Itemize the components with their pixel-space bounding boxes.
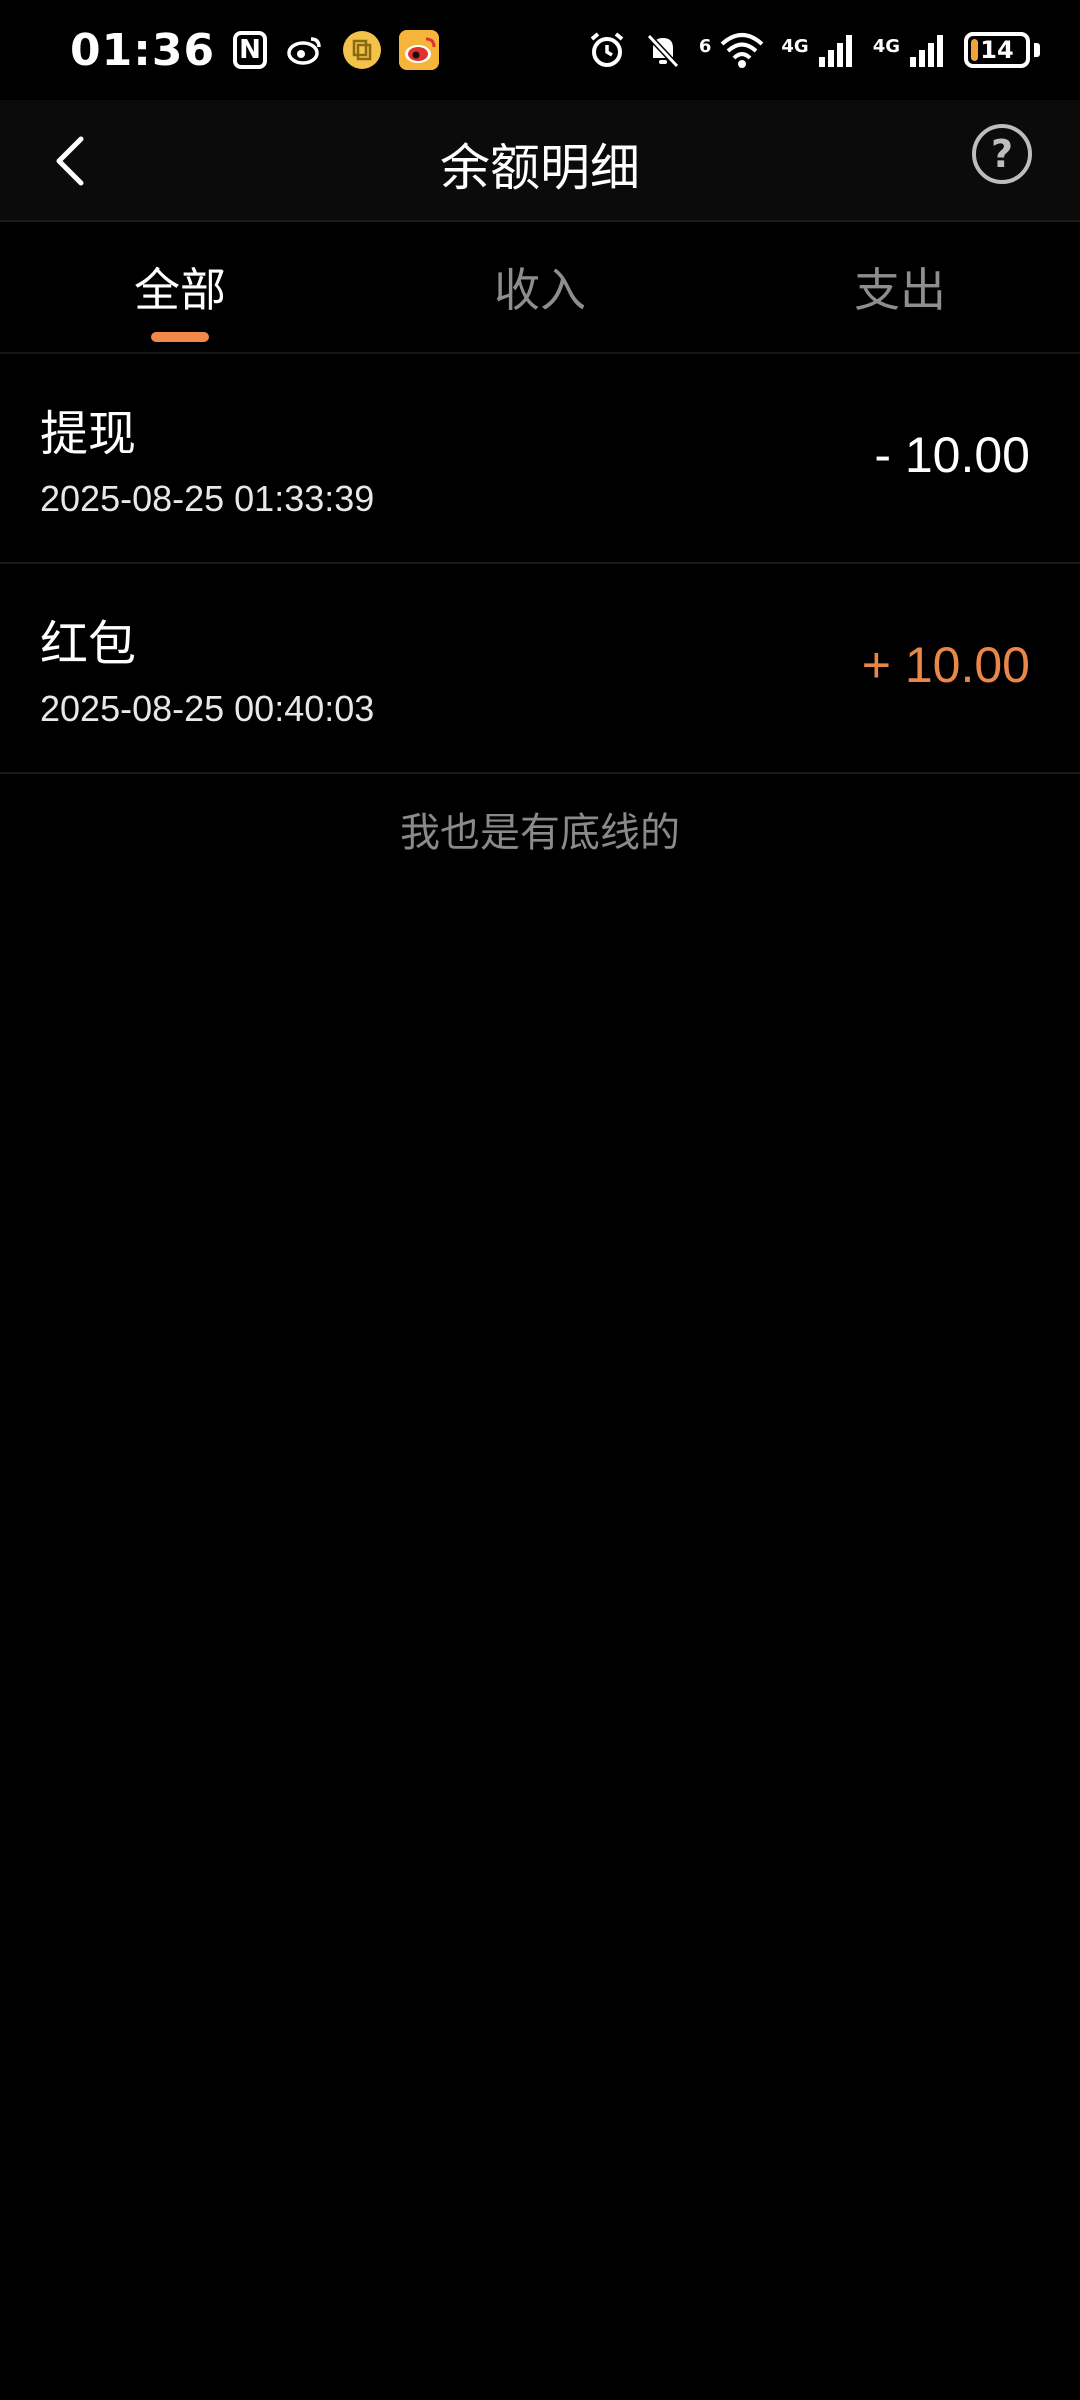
balance-detail-page: 01:36 N 6 4G 4G 14 余额明细 ? 全部 收入 支出 提现 20…	[0, 0, 1080, 2400]
nfc-icon: N	[233, 31, 268, 69]
signal-icon	[817, 31, 857, 69]
end-of-list-note: 我也是有底线的	[400, 810, 680, 856]
status-right: 6 4G 4G 14	[587, 30, 1040, 70]
balance-record-list: 提现 2025-08-25 01:33:39 - 10.00 红包 2025-0…	[0, 354, 1080, 774]
record-amount: - 10.00	[874, 427, 1030, 483]
record-time: 2025-08-25 01:33:39	[40, 478, 375, 519]
list-item[interactable]: 提现 2025-08-25 01:33:39 - 10.00	[0, 354, 1080, 564]
tab-all[interactable]: 全部	[0, 222, 360, 352]
record-title: 红包	[40, 616, 137, 672]
tab-active-indicator	[151, 332, 209, 342]
signal-label-sim2: 4G	[872, 36, 900, 57]
tab-label: 收入	[494, 263, 586, 317]
signal-label-sim1: 4G	[781, 36, 809, 57]
status-bar: 01:36 N 6 4G 4G 14	[0, 0, 1080, 100]
weibo-app-icon	[399, 30, 440, 70]
wifi-label: 6	[698, 36, 712, 57]
filter-tabs: 全部 收入 支出	[0, 222, 1080, 354]
navigation-header: 余额明细	[0, 100, 1080, 222]
weibo-small-icon	[285, 33, 325, 67]
record-title: 提现	[40, 406, 137, 462]
signal-icon	[908, 31, 948, 69]
tab-expense[interactable]: 支出	[720, 222, 1080, 352]
record-time: 2025-08-25 00:40:03	[40, 688, 375, 729]
question-mark-icon: ?	[990, 132, 1014, 176]
status-time: 01:36	[70, 24, 216, 76]
tab-label: 支出	[854, 263, 946, 317]
page-title: 余额明细	[440, 139, 640, 197]
status-left: 01:36 N	[70, 24, 440, 76]
tab-label: 全部	[134, 263, 226, 317]
battery-level: 14	[980, 36, 1014, 64]
wifi-icon	[719, 30, 765, 70]
alarm-icon	[587, 30, 627, 70]
list-item[interactable]: 红包 2025-08-25 00:40:03 + 10.00	[0, 564, 1080, 774]
record-amount: + 10.00	[861, 637, 1030, 693]
bell-off-icon	[643, 30, 683, 70]
help-button[interactable]: ?	[972, 124, 1032, 184]
tab-income[interactable]: 收入	[360, 222, 720, 352]
coin-icon	[343, 31, 382, 69]
battery-fill	[971, 39, 978, 61]
battery-icon: 14	[964, 32, 1030, 68]
battery-tip	[1034, 43, 1040, 57]
